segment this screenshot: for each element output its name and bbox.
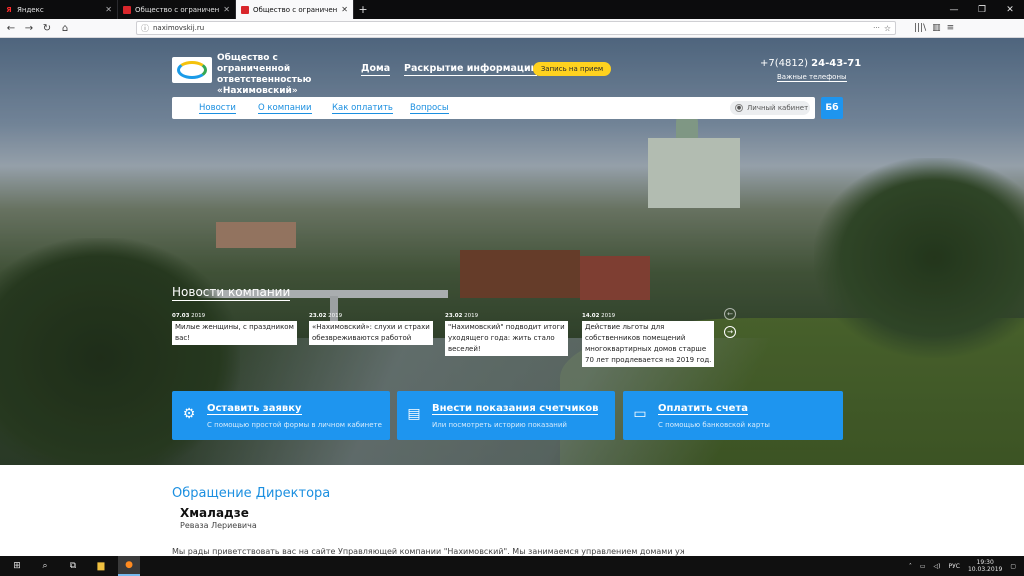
action-title: Оставить заявку: [207, 403, 302, 415]
task-view-icon[interactable]: ⧉: [62, 556, 84, 576]
yandex-favicon-icon: Я: [6, 5, 12, 14]
notifications-icon[interactable]: ▢: [1010, 563, 1016, 570]
glasses-icon: Бб: [825, 103, 839, 113]
company-favicon-icon: [123, 5, 131, 14]
phone-prefix: +7(4812): [760, 58, 812, 69]
menu-item-news[interactable]: Новости: [199, 103, 236, 114]
new-tab-icon[interactable]: +: [354, 0, 372, 19]
bookmark-star-icon[interactable]: ☆: [884, 24, 891, 33]
language-indicator[interactable]: РУС: [949, 563, 960, 570]
accessibility-button[interactable]: Бб: [821, 97, 843, 119]
menu-item-questions[interactable]: Вопросы: [410, 103, 449, 114]
news-item[interactable]: Действие льготы для собственников помеще…: [582, 321, 715, 367]
volume-icon[interactable]: ◁): [934, 563, 941, 570]
cabinet-label: Личный кабинет: [747, 104, 809, 112]
action-card-meters[interactable]: ▤ Внести показания счетчиков Или посмотр…: [397, 391, 615, 440]
menu-item-about[interactable]: О компании: [258, 103, 312, 114]
url-text: naximovskij.ru: [153, 24, 205, 32]
action-title: Оплатить счета: [658, 403, 749, 415]
search-icon[interactable]: ⌕: [34, 556, 56, 576]
clock[interactable]: 19:30 10.03.2019: [968, 559, 1002, 573]
file-explorer-icon[interactable]: ▆: [90, 556, 112, 576]
company-favicon-icon: [241, 5, 249, 14]
personal-cabinet-button[interactable]: ● Личный кабинет: [730, 101, 810, 115]
nav-home-link[interactable]: Дома: [361, 63, 391, 76]
sidebar-icon[interactable]: ▥: [932, 23, 941, 33]
tray-chevron-icon[interactable]: ˄: [909, 563, 912, 570]
payment-icon: ▭: [633, 406, 647, 422]
news-date: 14.02 2019: [582, 313, 616, 319]
request-icon: ⚙: [182, 406, 196, 422]
home-icon[interactable]: ⌂: [58, 21, 72, 35]
company-logo[interactable]: [172, 57, 212, 83]
url-bar[interactable]: ⓘ naximovskij.ru ··· ☆: [136, 21, 896, 35]
system-tray: ˄ ▭ ◁) РУС 19:30 10.03.2019 ▢: [909, 559, 1024, 573]
news-item[interactable]: «Нахимовский»: слухи и страхи обезврежив…: [309, 321, 433, 345]
phone-number: +7(4812) 24-43-71: [760, 58, 861, 69]
windows-taskbar: ⊞ ⌕ ⧉ ▆ ● ˄ ▭ ◁) РУС 19:30 10.03.2019 ▢: [0, 556, 1024, 576]
news-item[interactable]: "Нахимовский" подводит итоги уходящего г…: [445, 321, 568, 356]
user-icon: ●: [735, 104, 743, 112]
back-icon[interactable]: ←: [4, 21, 18, 35]
clock-date: 10.03.2019: [967, 566, 1003, 573]
action-card-payment[interactable]: ▭ Оплатить счета С помощью банковской ка…: [623, 391, 843, 440]
window-controls: — ❐ ✕: [940, 0, 1024, 19]
action-subtitle: С помощью простой формы в личном кабинет…: [207, 421, 382, 429]
tab-company-2[interactable]: Общество с ограниченной от… ✕: [236, 0, 354, 19]
director-name: Реваза Лериевича: [180, 521, 257, 530]
action-subtitle: Или посмотреть историю показаний: [432, 421, 567, 429]
browser-nav-bar: ← → ↻ ⌂ ⓘ naximovskij.ru ··· ☆ |||\ ▥ ≡: [0, 19, 1024, 38]
reload-icon[interactable]: ↻: [40, 21, 54, 35]
news-prev-arrow-icon[interactable]: ←: [724, 308, 736, 320]
meter-icon: ▤: [407, 406, 421, 422]
action-subtitle: С помощью банковской карты: [658, 421, 770, 429]
action-title: Внести показания счетчиков: [432, 403, 599, 415]
logo-ring-icon: [177, 61, 207, 79]
firefox-icon[interactable]: ●: [118, 556, 140, 576]
network-icon[interactable]: ▭: [920, 563, 926, 570]
director-surname: Хмаладзе: [180, 506, 249, 520]
nav-disclosure-link[interactable]: Раскрытие информации: [404, 63, 538, 76]
news-date: 07.03 2019: [172, 313, 206, 319]
minimize-icon[interactable]: —: [940, 0, 968, 19]
tab-yandex[interactable]: Я Яндекс ✕: [0, 0, 118, 19]
tab-label: Яндекс: [17, 5, 44, 14]
maximize-icon[interactable]: ❐: [968, 0, 996, 19]
site-info-icon[interactable]: ⓘ: [141, 23, 149, 34]
tab-close-icon[interactable]: ✕: [341, 5, 348, 14]
news-date: 23.02 2019: [445, 313, 479, 319]
org-name: Общество с ограниченной ответственностью…: [217, 53, 312, 96]
tab-close-icon[interactable]: ✕: [223, 5, 230, 14]
clock-time: 19:30: [976, 559, 994, 566]
close-window-icon[interactable]: ✕: [996, 0, 1024, 19]
news-section-title: Новости компании: [172, 285, 291, 301]
tab-label: Общество с ограниченной от…: [135, 5, 220, 14]
library-icon[interactable]: |||\: [914, 23, 926, 33]
action-card-request[interactable]: ⚙ Оставить заявку С помощью простой форм…: [172, 391, 390, 440]
page-actions-icon[interactable]: ···: [873, 24, 880, 32]
tab-company-1[interactable]: Общество с ограниченной от… ✕: [118, 0, 236, 19]
menu-item-how-to-pay[interactable]: Как оплатить: [332, 103, 393, 114]
director-section-title: Обращение Директора: [172, 486, 331, 501]
important-phones-link[interactable]: Важные телефоны: [777, 73, 847, 82]
welcome-text: Мы рады приветствовать вас на сайте Упра…: [172, 547, 684, 556]
tab-label: Общество с ограниченной от…: [253, 5, 338, 14]
phone-digits: 24-43-71: [811, 58, 862, 69]
forward-icon[interactable]: →: [22, 21, 36, 35]
browser-tab-bar: Я Яндекс ✕ Общество с ограниченной от… ✕…: [0, 0, 1024, 19]
menu-icon[interactable]: ≡: [947, 23, 955, 33]
news-item[interactable]: Милые женщины, с праздником вас!: [172, 321, 297, 345]
tab-close-icon[interactable]: ✕: [105, 5, 112, 14]
news-date: 23.02 2019: [309, 313, 343, 319]
appointment-button[interactable]: Запись на прием: [533, 62, 611, 76]
windows-start-icon[interactable]: ⊞: [6, 556, 28, 576]
news-next-arrow-icon[interactable]: →: [724, 326, 736, 338]
main-menu-bar: Новости О компании Как оплатить Вопросы …: [172, 97, 815, 119]
